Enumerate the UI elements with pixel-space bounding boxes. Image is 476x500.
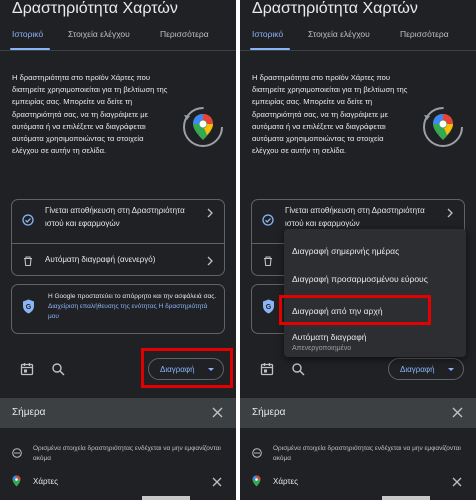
close-icon[interactable] bbox=[452, 407, 463, 418]
maps-history-icon bbox=[183, 107, 223, 147]
today-section-title: Σήμερα bbox=[12, 407, 46, 418]
manage-verification-link[interactable]: Διαχείριση επαλήθευσης της ενότητας Η δρ… bbox=[48, 303, 207, 320]
description-text: Η δραστηριότητα στο προϊόν Χάρτες που δι… bbox=[12, 73, 168, 156]
maps-activity-item[interactable]: Χάρτες bbox=[273, 477, 298, 486]
maps-history-icon bbox=[423, 107, 463, 147]
close-icon[interactable] bbox=[452, 477, 462, 487]
maps-pin-icon bbox=[252, 475, 261, 487]
highlight-delete-all-time bbox=[279, 295, 431, 325]
dropdown-caret-icon bbox=[448, 368, 454, 371]
activity-settings-card: Γίνεται αποθήκευση στη Δραστηριότητα ιστ… bbox=[11, 199, 225, 276]
description-text: Η δραστηριότητα στο προϊόν Χάρτες που δι… bbox=[252, 73, 408, 156]
map-thumbnail[interactable] bbox=[142, 496, 190, 500]
search-icon[interactable] bbox=[291, 362, 305, 376]
chevron-right-icon bbox=[207, 208, 213, 218]
svg-text:G: G bbox=[266, 304, 272, 311]
check-circle-icon bbox=[22, 214, 34, 226]
screen-right: Δραστηριότητα Χαρτών Ιστορικό Στοιχεία ε… bbox=[240, 0, 476, 500]
menu-item-delete-today[interactable]: Διαγραφή σημερινής ημέρας bbox=[292, 246, 399, 256]
delete-button-label: Διαγραφή bbox=[400, 364, 435, 374]
page-title: Δραστηριότητα Χαρτών bbox=[252, 0, 418, 17]
delete-dropdown-button[interactable]: Διαγραφή bbox=[388, 358, 464, 380]
today-section-header: Σήμερα bbox=[240, 398, 476, 428]
calendar-icon[interactable] bbox=[260, 362, 274, 376]
privacy-text: Η Google προστατεύει το απόρρητο και την… bbox=[48, 293, 217, 300]
chevron-right-icon bbox=[447, 208, 453, 218]
menu-item-auto-delete[interactable]: Αυτόματη διαγραφή bbox=[292, 332, 366, 342]
menu-item-delete-custom-range[interactable]: Διαγραφή προσαρμοσμένου εύρους bbox=[292, 274, 428, 284]
map-thumbnail[interactable] bbox=[382, 496, 430, 500]
auto-delete-status: Απενεργοποιημένο bbox=[292, 345, 352, 352]
pending-activity-note: Ορισμένα στοιχεία δραστηριότητας ενδέχετ… bbox=[33, 445, 221, 462]
saving-status-label[interactable]: Γίνεται αποθήκευση στη Δραστηριότητα ιστ… bbox=[285, 205, 445, 230]
tab-divider bbox=[0, 50, 236, 51]
maps-activity-item[interactable]: Χάρτες bbox=[33, 477, 58, 486]
highlight-delete-button bbox=[141, 348, 233, 388]
screen-left: Δραστηριότητα Χαρτών Ιστορικό Στοιχεία ε… bbox=[0, 0, 236, 500]
saving-status-label[interactable]: Γίνεται αποθήκευση στη Δραστηριότητα ιστ… bbox=[45, 205, 205, 230]
tab-more[interactable]: Περισσότερα bbox=[400, 29, 449, 39]
tab-controls[interactable]: Στοιχεία ελέγχου bbox=[68, 29, 130, 39]
pending-icon bbox=[12, 448, 22, 458]
autodelete-icon bbox=[24, 256, 32, 267]
pending-icon bbox=[252, 448, 262, 458]
tab-history[interactable]: Ιστορικό bbox=[12, 29, 43, 39]
svg-text:G: G bbox=[26, 304, 32, 311]
card-divider bbox=[12, 243, 224, 244]
tab-history[interactable]: Ιστορικό bbox=[252, 29, 283, 39]
maps-pin-icon bbox=[12, 475, 21, 487]
privacy-card: G Η Google προστατεύει το απόρρητο και τ… bbox=[11, 284, 225, 334]
tab-controls[interactable]: Στοιχεία ελέγχου bbox=[308, 29, 370, 39]
check-circle-icon bbox=[262, 214, 274, 226]
google-shield-icon: G bbox=[263, 299, 274, 314]
tab-more[interactable]: Περισσότερα bbox=[160, 29, 209, 39]
close-icon[interactable] bbox=[212, 477, 222, 487]
page-title: Δραστηριότητα Χαρτών bbox=[12, 0, 178, 17]
today-section-header: Σήμερα bbox=[0, 398, 236, 428]
close-icon[interactable] bbox=[212, 407, 223, 418]
google-shield-icon: G bbox=[23, 299, 34, 314]
autodelete-icon bbox=[264, 256, 272, 267]
calendar-icon[interactable] bbox=[20, 362, 34, 376]
search-icon[interactable] bbox=[51, 362, 65, 376]
delete-menu: Διαγραφή σημερινής ημέρας Διαγραφή προσα… bbox=[284, 229, 466, 357]
tab-divider bbox=[240, 50, 476, 51]
autodelete-label[interactable]: Αυτόματη διαγραφή (ανενεργό) bbox=[45, 254, 205, 267]
chevron-right-icon bbox=[207, 256, 213, 266]
today-section-title: Σήμερα bbox=[252, 407, 286, 418]
pending-activity-note: Ορισμένα στοιχεία δραστηριότητας ενδέχετ… bbox=[273, 445, 461, 462]
